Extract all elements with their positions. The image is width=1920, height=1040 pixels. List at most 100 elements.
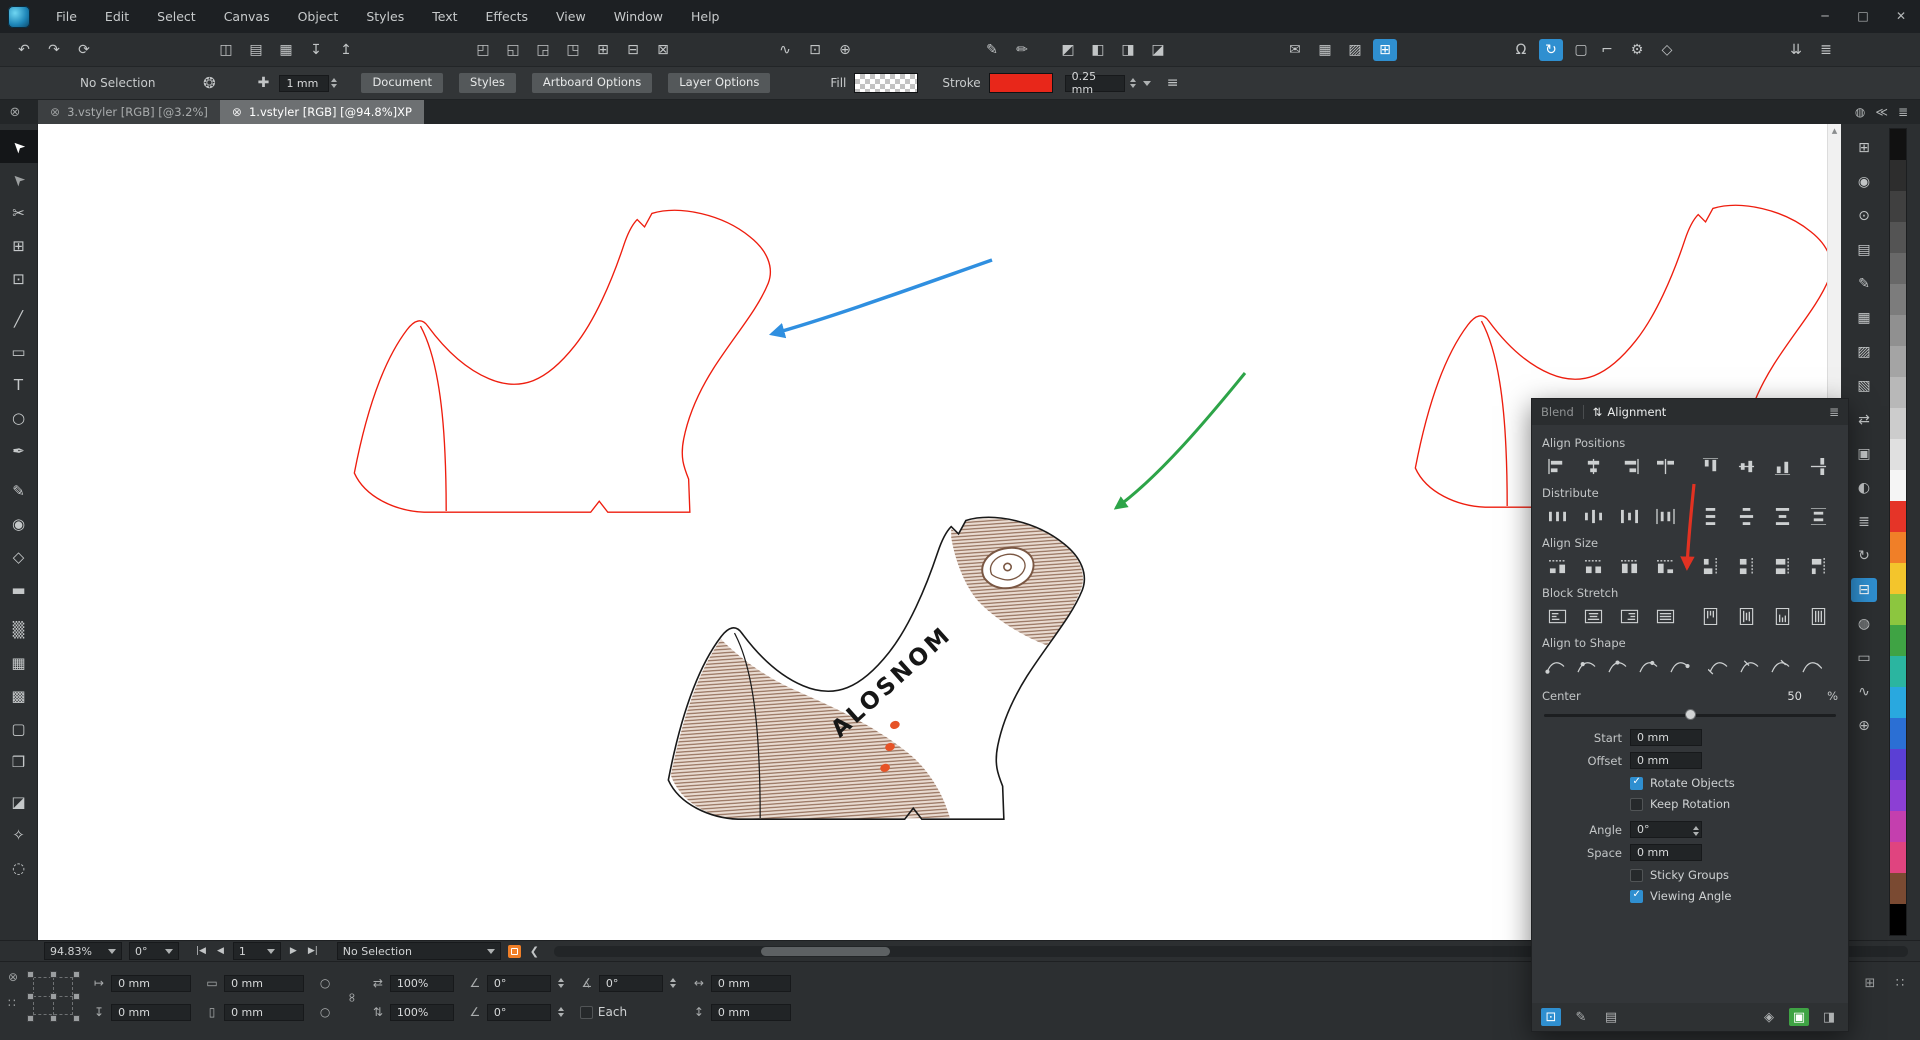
scale-x-input[interactable]: 100% (390, 975, 454, 992)
align-right-button[interactable] (1614, 454, 1645, 479)
corner-tool[interactable]: ▢ (0, 712, 38, 745)
distribute-right-button[interactable] (1614, 504, 1645, 529)
anchor-point[interactable] (73, 993, 80, 1000)
color-swatch[interactable] (1890, 842, 1906, 873)
styles-button[interactable]: Styles (459, 73, 516, 93)
color-swatch[interactable] (1890, 470, 1906, 501)
shape-point-middle-button[interactable] (1604, 654, 1630, 679)
nudge-stepper[interactable] (329, 75, 339, 92)
align-width-average-button[interactable] (1578, 554, 1609, 579)
offset-input[interactable]: 0 mm (1630, 752, 1702, 769)
width-input[interactable]: 0 mm (224, 975, 304, 992)
target-panel-icon[interactable]: ⊕ (1851, 714, 1877, 738)
circle-tool[interactable]: ◉ (0, 507, 38, 540)
align-height-last-button[interactable] (1803, 554, 1834, 579)
snapping-options-icon[interactable]: ❂ (197, 72, 221, 94)
color-swatch[interactable] (1890, 222, 1906, 253)
move-tool[interactable]: ➤ (0, 130, 38, 163)
divide-boolean-icon[interactable]: ⊞ (591, 39, 615, 61)
align-width-last-button[interactable] (1650, 554, 1681, 579)
finished-part[interactable]: ALOSNOM (668, 517, 1084, 819)
scroll-up-icon[interactable]: ▴ (1828, 124, 1841, 138)
color-swatch[interactable] (1890, 346, 1906, 377)
align-width-first-button[interactable] (1542, 554, 1573, 579)
marquee-tool[interactable]: ⊡ (0, 262, 38, 295)
mesh-tool[interactable]: ▦ (0, 646, 38, 679)
color-swatch[interactable] (1890, 780, 1906, 811)
dock-options-icon[interactable]: ◍ (1855, 105, 1865, 119)
undo-icon[interactable]: ↶ (12, 39, 36, 61)
revert-icon[interactable]: ⟳ (72, 39, 96, 61)
pattern-tool[interactable]: ▩ (0, 679, 38, 712)
collapse-bar-icon[interactable]: ❮ (528, 945, 541, 958)
anchor-point[interactable] (73, 971, 80, 978)
shape-library-tool[interactable]: ❒ (0, 745, 38, 778)
menu-view[interactable]: View (542, 0, 600, 33)
add-boolean-icon[interactable]: ◰ (471, 39, 495, 61)
offset-y-input[interactable]: 0 mm (711, 1004, 791, 1021)
center-slider[interactable] (1544, 708, 1836, 722)
angle-input[interactable]: 0° (1630, 821, 1702, 838)
menu-edit[interactable]: Edit (91, 0, 143, 33)
distribute-space-v-button[interactable] (1803, 504, 1834, 529)
menu-canvas[interactable]: Canvas (210, 0, 284, 33)
anchor-point[interactable] (50, 993, 57, 1000)
stretch-right-button[interactable] (1614, 604, 1645, 629)
distribute-center-h-button[interactable] (1578, 504, 1609, 529)
color-swatch[interactable] (1890, 253, 1906, 284)
skew-h-stepper[interactable] (556, 975, 566, 992)
place-icon[interactable]: ↧ (304, 39, 328, 61)
mirror-icon[interactable]: ◫ (214, 39, 238, 61)
anchor-point[interactable] (73, 1015, 80, 1022)
rectangle-tool[interactable]: ▭ (0, 335, 38, 368)
color-swatch[interactable] (1890, 439, 1906, 470)
rotation-stepper[interactable] (668, 975, 678, 992)
slider-thumb[interactable] (1685, 709, 1696, 720)
anchor-point[interactable] (50, 971, 57, 978)
pencil-tool[interactable]: ✎ (0, 474, 38, 507)
stretch-left-button[interactable] (1542, 604, 1573, 629)
last-page-button[interactable]: ▶| (306, 946, 320, 956)
node-tool[interactable]: ➤ (0, 163, 38, 196)
shape-point-end-button[interactable] (1666, 654, 1692, 679)
print-icon[interactable]: ≣ (1814, 39, 1838, 61)
center-value[interactable]: 50 (1787, 689, 1802, 703)
document-button[interactable]: Document (361, 73, 443, 93)
shape-tangent-start-button[interactable] (1705, 654, 1731, 679)
artboard-options-button[interactable]: Artboard Options (532, 73, 652, 93)
distribute-bottom-button[interactable] (1767, 504, 1798, 529)
offset-x-input[interactable]: 0 mm (711, 975, 791, 992)
stroke-width-input[interactable]: 0.25 mm (1065, 75, 1125, 92)
export-mail-icon[interactable]: ✉ (1283, 39, 1307, 61)
stroke-width-dropdown-icon[interactable] (1143, 81, 1151, 86)
distribute-top-button[interactable] (1695, 504, 1726, 529)
align-height-max-button[interactable] (1767, 554, 1798, 579)
dock-menu-icon[interactable]: ≣ (1898, 105, 1908, 119)
collapse-dock-icon[interactable]: ≪ (1875, 105, 1888, 119)
line-tool[interactable]: ╱ (0, 302, 38, 335)
text-tool[interactable]: T (0, 368, 38, 401)
stretch-middle-button[interactable] (1731, 604, 1762, 629)
align-bottom-button[interactable] (1767, 454, 1798, 479)
shape-normal-button[interactable] (1798, 654, 1824, 679)
skew-h-input[interactable]: 0° (487, 975, 551, 992)
color-swatch[interactable] (1890, 563, 1906, 594)
fill-swatch[interactable] (854, 73, 918, 93)
red-outline-shape-left[interactable] (354, 210, 770, 512)
menu-help[interactable]: Help (677, 0, 734, 33)
align-panel-icon[interactable]: ≣ (1851, 510, 1877, 534)
zoom-tool[interactable]: ◌ (0, 851, 38, 884)
align-height-first-button[interactable] (1695, 554, 1726, 579)
candidates-icon[interactable]: ⌐ (1595, 39, 1619, 61)
image-panel-icon[interactable]: ▭ (1851, 646, 1877, 670)
tab-blend[interactable]: Blend (1541, 405, 1574, 419)
artboard-badge[interactable] (508, 945, 521, 958)
share-icon[interactable]: ↥ (334, 39, 358, 61)
pen-panel-icon[interactable]: ✎ (1851, 272, 1877, 296)
rotate-snap-icon[interactable]: ↻ (1539, 39, 1563, 61)
each-checkbox[interactable] (580, 1006, 593, 1019)
align-center-h-button[interactable] (1578, 454, 1609, 479)
align-middle-button[interactable] (1731, 454, 1762, 479)
spiral-icon[interactable]: ∿ (773, 39, 797, 61)
close-view-icon[interactable]: ⊗ (0, 100, 30, 124)
